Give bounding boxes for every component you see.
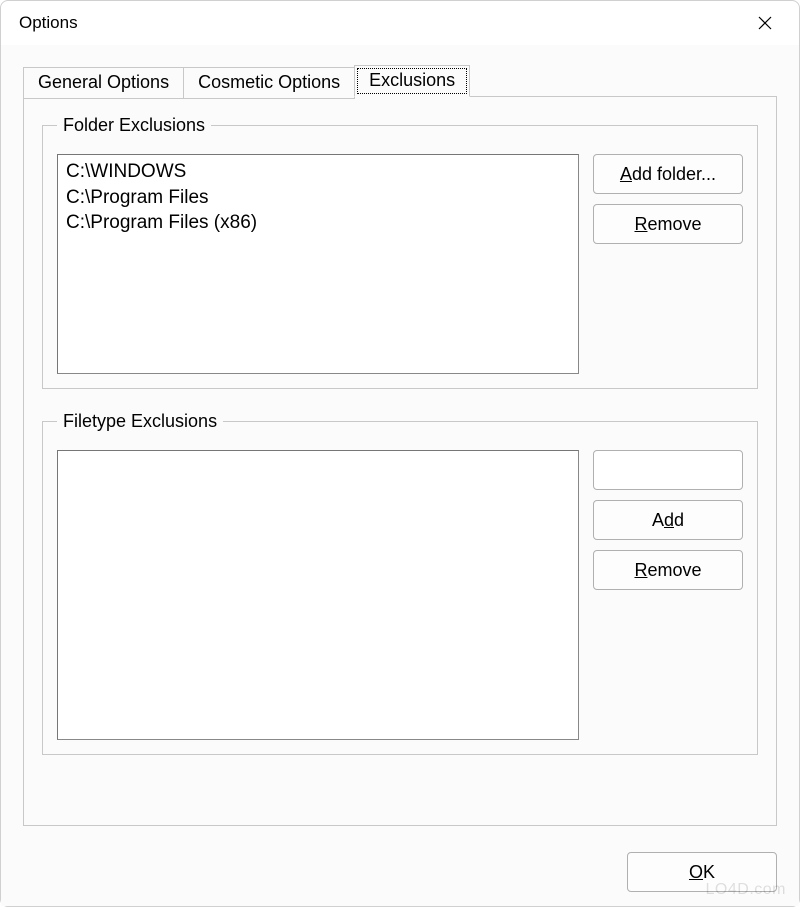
dialog-footer: OK xyxy=(1,842,799,906)
options-dialog: Options General Options Cosmetic Options… xyxy=(0,0,800,907)
remove-folder-button[interactable]: Remove xyxy=(593,204,743,244)
list-item[interactable]: C:\Program Files xyxy=(66,185,570,211)
folder-exclusions-buttons: Add folder... Remove xyxy=(593,154,743,244)
titlebar: Options xyxy=(1,1,799,45)
tab-general-options[interactable]: General Options xyxy=(23,67,184,99)
list-item[interactable]: C:\WINDOWS xyxy=(66,159,570,185)
list-item[interactable]: C:\Program Files (x86) xyxy=(66,210,570,236)
filetype-exclusions-legend: Filetype Exclusions xyxy=(57,411,223,432)
add-filetype-button[interactable]: Add xyxy=(593,500,743,540)
add-folder-button[interactable]: Add folder... xyxy=(593,154,743,194)
ok-button[interactable]: OK xyxy=(627,852,777,892)
remove-filetype-button[interactable]: Remove xyxy=(593,550,743,590)
filetype-input[interactable] xyxy=(593,450,743,490)
filetype-exclusions-listbox[interactable] xyxy=(57,450,579,740)
filetype-exclusions-group: Filetype Exclusions Add Remove xyxy=(42,411,758,755)
folder-exclusions-legend: Folder Exclusions xyxy=(57,115,211,136)
filetype-exclusions-buttons: Add Remove xyxy=(593,450,743,590)
window-title: Options xyxy=(19,13,78,33)
tab-panel-exclusions: Folder Exclusions C:\WINDOWS C:\Program … xyxy=(23,96,777,826)
dialog-content: General Options Cosmetic Options Exclusi… xyxy=(1,45,799,842)
close-icon xyxy=(758,16,772,30)
tab-exclusions[interactable]: Exclusions xyxy=(354,65,470,97)
folder-exclusions-listbox[interactable]: C:\WINDOWS C:\Program Files C:\Program F… xyxy=(57,154,579,374)
tab-strip: General Options Cosmetic Options Exclusi… xyxy=(23,65,777,97)
folder-exclusions-group: Folder Exclusions C:\WINDOWS C:\Program … xyxy=(42,115,758,389)
tab-cosmetic-options[interactable]: Cosmetic Options xyxy=(183,67,355,99)
close-button[interactable] xyxy=(749,7,781,39)
